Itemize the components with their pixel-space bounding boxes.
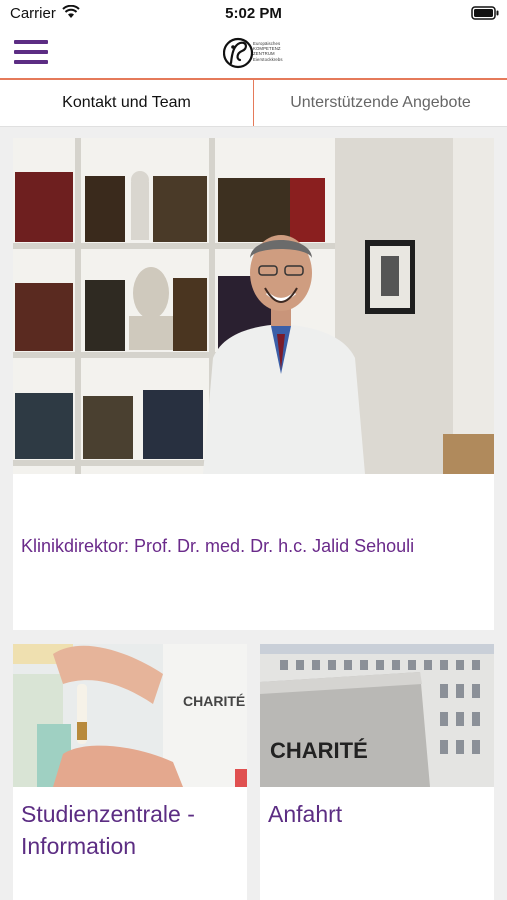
lab-photo: CHARITÉ — [13, 644, 247, 787]
logo-text: Europäisches KOMPETENZ ZENTRUM Eierstock… — [253, 41, 283, 62]
tab-kontakt-und-team[interactable]: Kontakt und Team — [0, 80, 254, 126]
app-logo: Europäisches KOMPETENZ ZENTRUM Eierstock… — [223, 33, 287, 73]
content-area: Klinikdirektor: Prof. Dr. med. Dr. h.c. … — [0, 127, 507, 900]
director-photo — [13, 138, 494, 474]
card-title: Studienzentrale - Information — [21, 801, 195, 859]
tab-unterstuetzende-angebote[interactable]: Unterstützende Angebote — [254, 80, 507, 126]
director-caption: Klinikdirektor: Prof. Dr. med. Dr. h.c. … — [21, 536, 415, 556]
charite-label: CHARITÉ — [270, 738, 368, 763]
card-studienzentrale[interactable]: CHARITÉ Studienzentrale - Information — [13, 644, 247, 900]
status-bar: Carrier 5:02 PM — [0, 0, 507, 28]
hamburger-menu-icon[interactable] — [14, 40, 48, 66]
battery-icon — [471, 6, 499, 25]
tab-bar: Kontakt und Team Unterstützende Angebote — [0, 80, 507, 127]
charite-label: CHARITÉ — [183, 693, 245, 709]
clock: 5:02 PM — [225, 5, 282, 22]
card-anfahrt[interactable]: CHARITÉ Anfahrt — [260, 644, 494, 900]
navigation-bar: Europäisches KOMPETENZ ZENTRUM Eierstock… — [0, 28, 507, 80]
building-photo: CHARITÉ — [260, 644, 494, 787]
director-card[interactable]: Klinikdirektor: Prof. Dr. med. Dr. h.c. … — [13, 138, 494, 630]
card-title: Anfahrt — [268, 801, 343, 827]
